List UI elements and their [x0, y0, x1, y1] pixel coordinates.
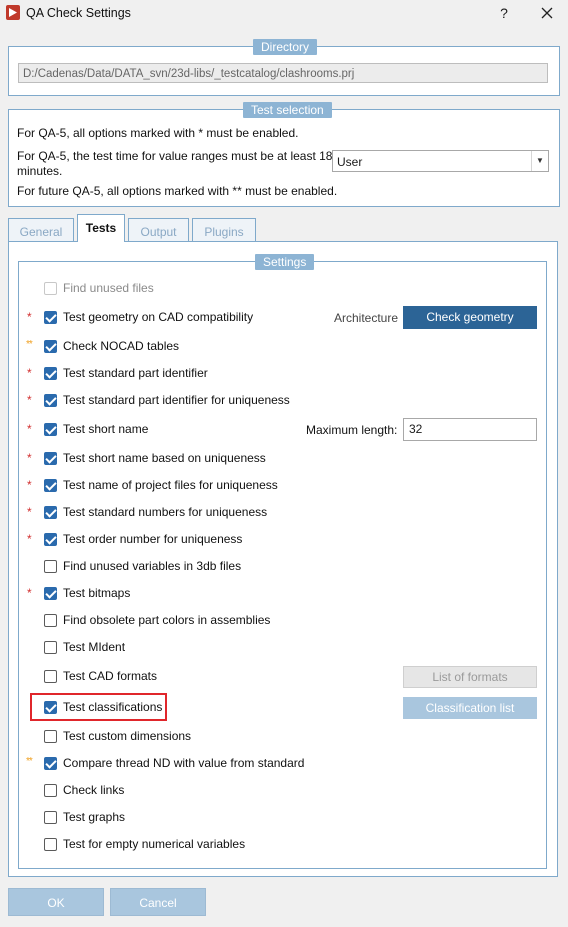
- settings-row[interactable]: [20, 669, 300, 685]
- settings-row[interactable]: [20, 810, 300, 826]
- checkbox[interactable]: [44, 479, 57, 492]
- settings-row[interactable]: [20, 783, 300, 799]
- required-marker: *: [27, 451, 32, 465]
- checkbox-label: Test for empty numerical variables: [63, 837, 246, 851]
- check-geometry-button[interactable]: Check geometry: [403, 306, 537, 329]
- highlight-box: [30, 693, 167, 721]
- close-button[interactable]: [536, 3, 558, 23]
- checkbox[interactable]: [44, 784, 57, 797]
- qa5-time-note-line1: For QA-5, the test time for value ranges…: [17, 149, 340, 163]
- chevron-down-icon: ▼: [531, 151, 548, 171]
- checkbox-label: Test short name based on uniqueness: [63, 451, 266, 465]
- maximum-length-input[interactable]: 32: [403, 418, 537, 441]
- close-icon: [541, 7, 553, 22]
- required-marker: *: [27, 586, 32, 600]
- classification-list-button[interactable]: Classification list: [403, 697, 537, 719]
- checkbox-label: Check NOCAD tables: [63, 339, 180, 353]
- checkbox-label: Test CAD formats: [63, 669, 158, 683]
- window-title: QA Check Settings: [26, 6, 131, 20]
- qa5-time-note-line2: minutes.: [17, 164, 63, 178]
- checkbox[interactable]: [44, 423, 57, 436]
- checkbox[interactable]: [44, 730, 57, 743]
- checkbox[interactable]: [44, 394, 57, 407]
- tab-general[interactable]: General: [8, 218, 74, 242]
- checkbox-label: Find obsolete part colors in assemblies: [63, 613, 271, 627]
- required-marker: *: [27, 422, 32, 436]
- checkbox[interactable]: [44, 367, 57, 380]
- checkbox-label: Check links: [63, 783, 125, 797]
- checkbox[interactable]: [44, 533, 57, 546]
- checkbox-label: Test short name: [63, 422, 149, 436]
- required-marker: *: [27, 532, 32, 546]
- architecture-label: Architecture: [334, 311, 399, 325]
- checkbox-label: Test custom dimensions: [63, 729, 192, 743]
- checkbox[interactable]: [44, 614, 57, 627]
- future-required-marker: **: [26, 756, 33, 767]
- checkbox-label: Test graphs: [63, 810, 126, 824]
- settings-row[interactable]: [20, 281, 300, 297]
- checkbox[interactable]: [44, 282, 57, 295]
- checkbox-label: Test bitmaps: [63, 586, 131, 600]
- maximum-length-label: Maximum length:: [306, 423, 398, 437]
- required-marker: *: [27, 366, 32, 380]
- checkbox-label: Test standard part identifier for unique…: [63, 393, 290, 407]
- qa-level-select-value: User: [337, 155, 363, 169]
- checkbox[interactable]: [44, 452, 57, 465]
- tab-output[interactable]: Output: [128, 218, 189, 242]
- help-button[interactable]: ?: [493, 3, 515, 23]
- settings-row[interactable]: [20, 640, 300, 656]
- checkbox-label: Find unused files: [63, 281, 154, 295]
- required-marker: *: [27, 505, 32, 519]
- settings-row[interactable]: [20, 586, 300, 602]
- test-selection-group-label: Test selection: [243, 102, 332, 118]
- cancel-button[interactable]: Cancel: [110, 888, 206, 916]
- checkbox-label: Find unused variables in 3db files: [63, 559, 242, 573]
- checkbox[interactable]: [44, 757, 57, 770]
- checkbox[interactable]: [44, 506, 57, 519]
- checkbox-label: Test order number for uniqueness: [63, 532, 243, 546]
- list-of-formats-button[interactable]: List of formats: [403, 666, 537, 688]
- required-marker: *: [27, 393, 32, 407]
- checkbox-label: Compare thread ND with value from standa…: [63, 756, 305, 770]
- checkbox[interactable]: [44, 311, 57, 324]
- checkbox[interactable]: [44, 838, 57, 851]
- future-required-marker: **: [26, 339, 33, 350]
- settings-group-label: Settings: [255, 254, 315, 270]
- future-qa5-note: For future QA-5, all options marked with…: [17, 184, 338, 198]
- checkbox-label: Test standard part identifier: [63, 366, 208, 380]
- checkbox-label: Test MIdent: [63, 640, 126, 654]
- checkbox-label: Test geometry on CAD compatibility: [63, 310, 254, 324]
- checkbox-label: Test name of project files for uniquenes…: [63, 478, 278, 492]
- required-marker: *: [27, 310, 32, 324]
- checkbox[interactable]: [44, 670, 57, 683]
- directory-path-field[interactable]: D:/Cadenas/Data/DATA_svn/23d-libs/_testc…: [18, 63, 548, 83]
- settings-row[interactable]: [20, 422, 300, 438]
- checkbox[interactable]: [44, 641, 57, 654]
- required-marker: *: [27, 478, 32, 492]
- checkbox[interactable]: [44, 560, 57, 573]
- tab-plugins[interactable]: Plugins: [192, 218, 256, 242]
- checkbox[interactable]: [44, 811, 57, 824]
- checkbox[interactable]: [44, 340, 57, 353]
- checkbox-label: Test standard numbers for uniqueness: [63, 505, 268, 519]
- tab-tests[interactable]: Tests: [77, 214, 125, 242]
- qa-level-select[interactable]: User ▼: [332, 150, 549, 172]
- directory-group-label: Directory: [253, 39, 318, 55]
- checkbox[interactable]: [44, 587, 57, 600]
- app-icon: [6, 5, 20, 20]
- ok-button[interactable]: OK: [8, 888, 104, 916]
- qa5-star-note: For QA-5, all options marked with * must…: [17, 126, 299, 140]
